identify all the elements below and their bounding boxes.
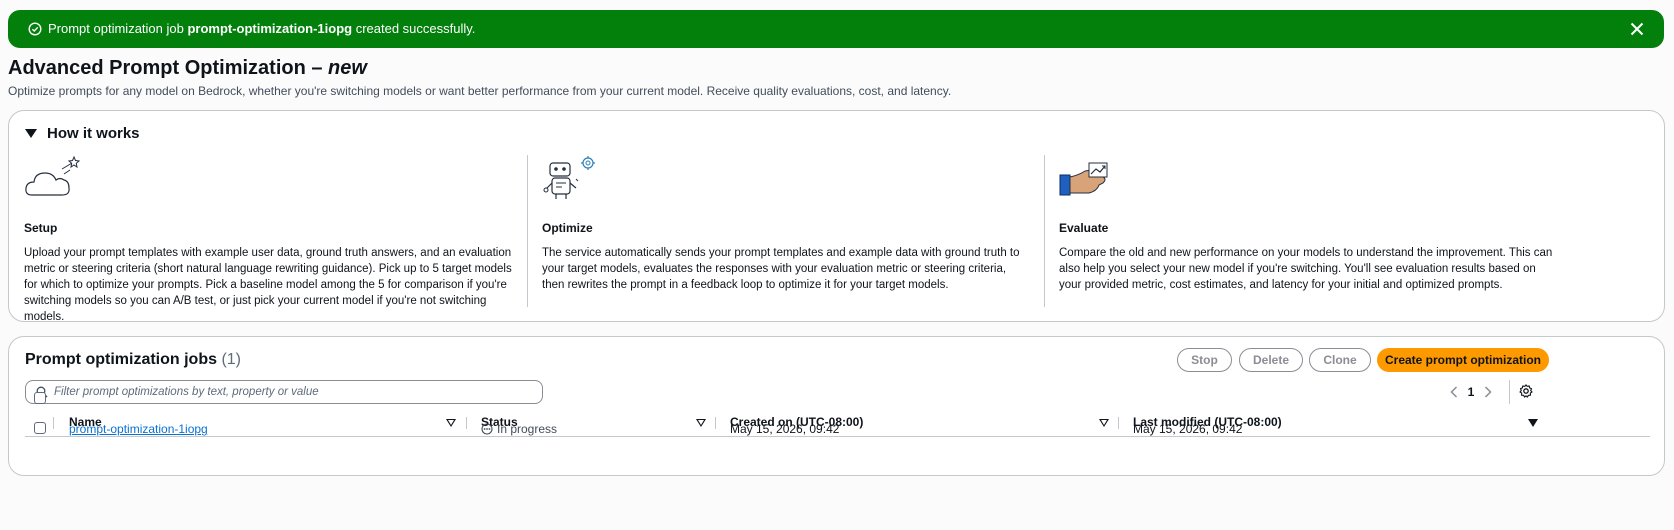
filter-search-box[interactable] bbox=[25, 380, 543, 404]
how-it-works-toggle[interactable]: How it works bbox=[25, 125, 140, 142]
cloud-sparkle-icon bbox=[25, 155, 81, 196]
step-divider bbox=[527, 155, 528, 307]
page-description: Optimize prompts for any model on Bedroc… bbox=[8, 84, 952, 98]
pagination-divider bbox=[1509, 380, 1510, 404]
step-setup: Setup Upload your prompt templates with … bbox=[24, 155, 514, 323]
flash-message: Prompt optimization job prompt-optimizat… bbox=[48, 21, 475, 37]
created-on-value: May 15, 2026, 09:42 bbox=[730, 422, 840, 436]
step-evaluate: Evaluate Compare the old and new perform… bbox=[1059, 155, 1559, 305]
sort-icon[interactable] bbox=[446, 419, 456, 427]
last-modified-value: May 15, 2026, 09:42 bbox=[1133, 422, 1243, 436]
jobs-table-title: Prompt optimization jobs (1) bbox=[25, 351, 241, 369]
step-optimize: Optimize The service automatically sends… bbox=[542, 155, 1032, 305]
page-title: Advanced Prompt Optimization – new bbox=[8, 55, 367, 81]
jobs-title-text: Prompt optimization jobs bbox=[25, 351, 217, 368]
success-flash-banner: Prompt optimization job prompt-optimizat… bbox=[8, 10, 1664, 48]
column-divider bbox=[466, 417, 467, 429]
job-name-link[interactable]: prompt-optimization-1iopg bbox=[69, 421, 208, 437]
step-setup-body: Upload your prompt templates with exampl… bbox=[24, 247, 512, 323]
status-badge: In progress bbox=[481, 421, 557, 437]
jobs-count: (1) bbox=[221, 351, 242, 368]
column-divider bbox=[1118, 417, 1119, 429]
in-progress-icon bbox=[481, 423, 493, 435]
select-all-checkbox[interactable] bbox=[34, 392, 46, 404]
stop-button[interactable]: Stop bbox=[1177, 348, 1232, 372]
filter-input[interactable] bbox=[54, 383, 534, 401]
gear-icon[interactable] bbox=[1519, 384, 1533, 398]
success-check-icon bbox=[28, 22, 42, 36]
how-it-works-panel: How it works Setup Upload your prompt te… bbox=[8, 110, 1665, 323]
step-setup-title: Setup bbox=[24, 221, 58, 235]
pagination: 1 bbox=[1449, 383, 1493, 401]
page-title-text: Advanced Prompt Optimization – bbox=[8, 57, 329, 79]
page-title-badge: new bbox=[328, 57, 367, 79]
how-it-works-title: How it works bbox=[47, 125, 140, 142]
clone-button[interactable]: Clone bbox=[1309, 348, 1371, 372]
previous-page-button[interactable] bbox=[1449, 385, 1459, 399]
chevron-right-icon bbox=[1484, 386, 1492, 398]
sort-icon[interactable] bbox=[1099, 419, 1109, 427]
prompt-optimization-jobs-panel: Prompt optimization jobs (1) Stop Delete… bbox=[8, 336, 1665, 476]
step-optimize-body: The service automatically sends your pro… bbox=[542, 247, 1020, 291]
close-icon[interactable] bbox=[1628, 20, 1646, 38]
sort-descending-icon[interactable] bbox=[1528, 419, 1538, 427]
row-select-checkbox[interactable] bbox=[34, 422, 46, 434]
page-number[interactable]: 1 bbox=[1459, 385, 1483, 399]
chevron-left-icon bbox=[1450, 386, 1458, 398]
step-evaluate-body: Compare the old and new performance on y… bbox=[1059, 247, 1553, 291]
step-divider bbox=[1044, 155, 1045, 307]
hand-chart-icon bbox=[1059, 162, 1108, 196]
sort-icon[interactable] bbox=[696, 419, 706, 427]
column-divider bbox=[715, 417, 716, 429]
delete-button[interactable]: Delete bbox=[1239, 348, 1303, 372]
next-page-button[interactable] bbox=[1483, 385, 1493, 399]
create-prompt-optimization-button[interactable]: Create prompt optimization bbox=[1377, 348, 1549, 372]
step-evaluate-title: Evaluate bbox=[1059, 221, 1109, 235]
robot-gear-icon bbox=[543, 156, 595, 199]
caret-down-icon bbox=[25, 129, 37, 138]
column-divider bbox=[53, 417, 54, 429]
flash-job-name: prompt-optimization-1iopg bbox=[187, 21, 353, 36]
step-optimize-title: Optimize bbox=[542, 221, 593, 235]
flash-message-suffix: created successfully. bbox=[352, 21, 476, 36]
flash-message-prefix: Prompt optimization job bbox=[48, 21, 188, 36]
status-text: In progress bbox=[497, 422, 558, 436]
